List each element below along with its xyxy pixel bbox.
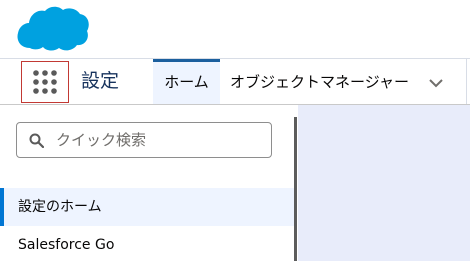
tab-object-manager-label: オブジェクトマネージャー [230, 73, 409, 91]
search-icon [29, 133, 44, 148]
tab-home[interactable]: ホーム [153, 59, 220, 104]
app-name: 設定 [81, 70, 120, 92]
setup-page: 設定 ホーム オブジェクトマネージャー クイック検索 設定のホーム Salesf… [0, 0, 470, 261]
quick-find-input[interactable]: クイック検索 [16, 122, 272, 158]
app-launcher-button[interactable] [21, 61, 69, 103]
global-header [0, 0, 470, 59]
sidebar-item-salesforce-go[interactable]: Salesforce Go [0, 226, 294, 261]
sidebar-scrollbar[interactable] [294, 117, 297, 261]
sidebar-item-label: 設定のホーム [18, 199, 102, 215]
salesforce-logo[interactable] [16, 4, 90, 54]
nav-divider [466, 59, 467, 104]
sidebar-item-setup-home[interactable]: 設定のホーム [0, 188, 294, 226]
app-launcher-grid-icon [33, 70, 57, 94]
tab-object-manager[interactable]: オブジェクトマネージャー [222, 59, 409, 104]
setup-sidebar: クイック検索 設定のホーム Salesforce Go [0, 105, 294, 261]
sidebar-item-label: Salesforce Go [18, 237, 115, 253]
quick-find-placeholder: クイック検索 [56, 131, 147, 149]
app-nav-bar: 設定 ホーム オブジェクトマネージャー [0, 59, 470, 105]
main-content-area [298, 105, 470, 261]
chevron-down-icon[interactable] [428, 76, 444, 90]
